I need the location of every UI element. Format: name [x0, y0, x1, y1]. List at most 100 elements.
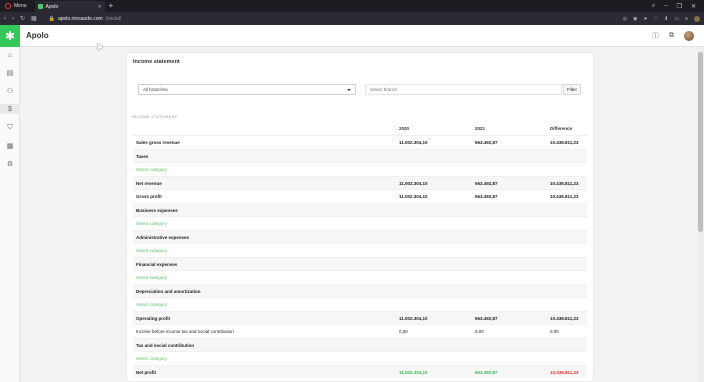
value-2020: 0,00	[399, 329, 408, 334]
row-label: Tax and social contribution	[136, 343, 195, 348]
row-tax-and-social-contribution: Tax and social contribution	[133, 338, 587, 351]
scrollbar-thumb[interactable]	[698, 52, 703, 232]
dollar-icon[interactable]: $	[0, 104, 20, 114]
row-select-category: Select category	[133, 297, 587, 310]
row-label: Sales gross revenue	[136, 140, 180, 145]
row-select-category: Select category	[133, 243, 587, 256]
row-label: Business expenses	[136, 208, 178, 213]
row-financial-expenses: Financial expenses	[133, 257, 587, 270]
row-select-category: Select category	[133, 216, 587, 229]
value-2020: 11.002.304,10	[399, 181, 428, 186]
browser-tab[interactable]: Apolo ✕	[34, 1, 105, 12]
column-header-difference: Difference	[550, 126, 573, 131]
url-domain: apolo.ninsaude.com	[57, 15, 103, 22]
select-category-link[interactable]: Select category	[136, 275, 167, 280]
row-label: Depreciation and amortization	[136, 289, 201, 294]
maximize-icon[interactable]: ❐	[677, 3, 682, 10]
branch-select-value: All branches	[143, 87, 168, 92]
back-icon[interactable]: ‹	[4, 16, 6, 22]
forward-icon[interactable]: ›	[12, 16, 14, 22]
battery-icon[interactable]: ▭	[674, 16, 679, 22]
reload-icon[interactable]: ↻	[20, 15, 25, 22]
new-tab-icon[interactable]: +	[109, 0, 114, 12]
address-bar-actions: ◎ ◉ ➤ ♡ ⬇ ▭ ≡	[623, 15, 700, 22]
value-difference: 10.438.811,23	[550, 370, 579, 375]
url-field[interactable]: 🔒 apolo.ninsaude.com/social/	[49, 16, 122, 22]
opera-logo-icon	[5, 3, 11, 9]
minimize-icon[interactable]: –	[664, 3, 667, 9]
select-category-link[interactable]: Select category	[136, 221, 167, 226]
table-icon[interactable]: ▦	[5, 141, 15, 151]
select-category-link[interactable]: Select category	[136, 167, 167, 172]
sidebar: ⌂ ▤ ⚇ $ ⛉ ▦ ⚙	[0, 47, 20, 382]
browser-menu-label: Menu	[14, 3, 27, 9]
branch-search-input[interactable]	[365, 84, 562, 95]
row-net-revenue: Net revenue 11.002.304,10 563.492,87 10.…	[133, 176, 587, 189]
row-income-before-tax: Income before income tax and social cont…	[133, 324, 587, 337]
value-difference: 0,00	[550, 329, 559, 334]
value-2020: 11.002.304,10	[399, 194, 428, 199]
value-2021: 0,00	[475, 329, 484, 334]
column-header-2021: 2021	[475, 126, 486, 131]
row-label: Financial expenses	[136, 262, 178, 267]
header-actions: ⓘ ⧉	[652, 30, 704, 41]
row-operating-profit: Operating profit 11.002.304,10 563.492,8…	[133, 311, 587, 324]
address-bar: ‹ › ↻ ▦ 🔒 apolo.ninsaude.com/social/ ◎ ◉…	[0, 12, 704, 25]
camera-icon[interactable]: ◎	[623, 16, 627, 22]
url-path: /social/	[105, 15, 122, 22]
row-gross-profit: Gross profit 11.002.304,10 563.492,87 10…	[133, 189, 587, 202]
value-2021: 563.492,87	[475, 140, 498, 145]
app-header: ✱ Apolo ⓘ ⧉	[0, 24, 704, 47]
vpn-icon[interactable]: ◉	[633, 16, 637, 22]
window-controls: ⌕ – ❐ ✕	[652, 3, 704, 10]
row-label: Taxes	[136, 154, 149, 159]
row-select-category: Select category	[133, 270, 587, 283]
value-2020: 11.002.304,10	[399, 316, 428, 321]
branch-select[interactable]: All branches	[138, 84, 356, 95]
gear-icon[interactable]: ⚙	[5, 159, 15, 169]
filter-button[interactable]: Filter	[563, 84, 581, 95]
row-label: Administrative expenses	[136, 235, 190, 240]
send-icon[interactable]: ➤	[643, 16, 647, 22]
value-difference: 10.438.811,23	[550, 316, 579, 321]
value-2021: 563.492,87	[475, 370, 498, 375]
close-window-icon[interactable]: ✕	[691, 3, 696, 10]
bag-icon[interactable]: ⛉	[5, 123, 15, 133]
search-tabs-icon[interactable]: ⌕	[652, 3, 655, 10]
chevron-down-icon	[347, 89, 351, 91]
user-avatar[interactable]	[684, 30, 694, 41]
row-label: Income before income tax and social cont…	[136, 329, 234, 334]
help-icon[interactable]: ⓘ	[652, 31, 659, 41]
page-scrollbar[interactable]	[697, 47, 704, 382]
extensions-icon[interactable]: ≡	[685, 16, 688, 22]
row-sales-gross-revenue: Sales gross revenue 11.002.304,10 563.49…	[133, 135, 587, 148]
heart-icon[interactable]: ♡	[654, 16, 658, 22]
browser-profile-avatar[interactable]	[694, 15, 700, 22]
speed-dial-icon[interactable]: ▦	[31, 15, 37, 22]
calendar-icon[interactable]: ▤	[5, 68, 15, 78]
row-label: Net profit	[136, 370, 156, 375]
browser-menu-button[interactable]: Menu	[0, 0, 32, 12]
income-statement-card: Income statement All branches Filter INC…	[126, 52, 594, 382]
tab-favicon-icon	[37, 4, 43, 9]
column-header-2020: 2020	[399, 126, 410, 131]
row-taxes: Taxes	[133, 149, 587, 162]
home-icon[interactable]: ⌂	[5, 50, 15, 60]
people-icon[interactable]: ⚇	[5, 86, 15, 96]
row-label: Gross profit	[136, 194, 162, 199]
value-2021: 563.492,87	[475, 316, 498, 321]
row-business-expenses: Business expenses	[133, 203, 587, 216]
select-category-link[interactable]: Select category	[136, 302, 167, 307]
value-difference: 10.438.811,23	[550, 140, 579, 145]
value-difference: 10.438.811,23	[550, 181, 579, 186]
tab-close-icon[interactable]: ✕	[97, 4, 101, 10]
lock-icon: 🔒	[48, 15, 55, 22]
app-logo-icon[interactable]: ✱	[0, 24, 20, 47]
card-title: Income statement	[133, 59, 180, 65]
download-icon[interactable]: ⬇	[664, 16, 668, 22]
value-2020: 11.002.304,10	[399, 370, 428, 375]
row-depreciation-and-amortization: Depreciation and amortization	[133, 284, 587, 297]
chat-icon[interactable]: ⧉	[669, 32, 674, 40]
select-category-link[interactable]: Select category	[136, 248, 167, 253]
select-category-link[interactable]: Select category	[136, 356, 167, 361]
